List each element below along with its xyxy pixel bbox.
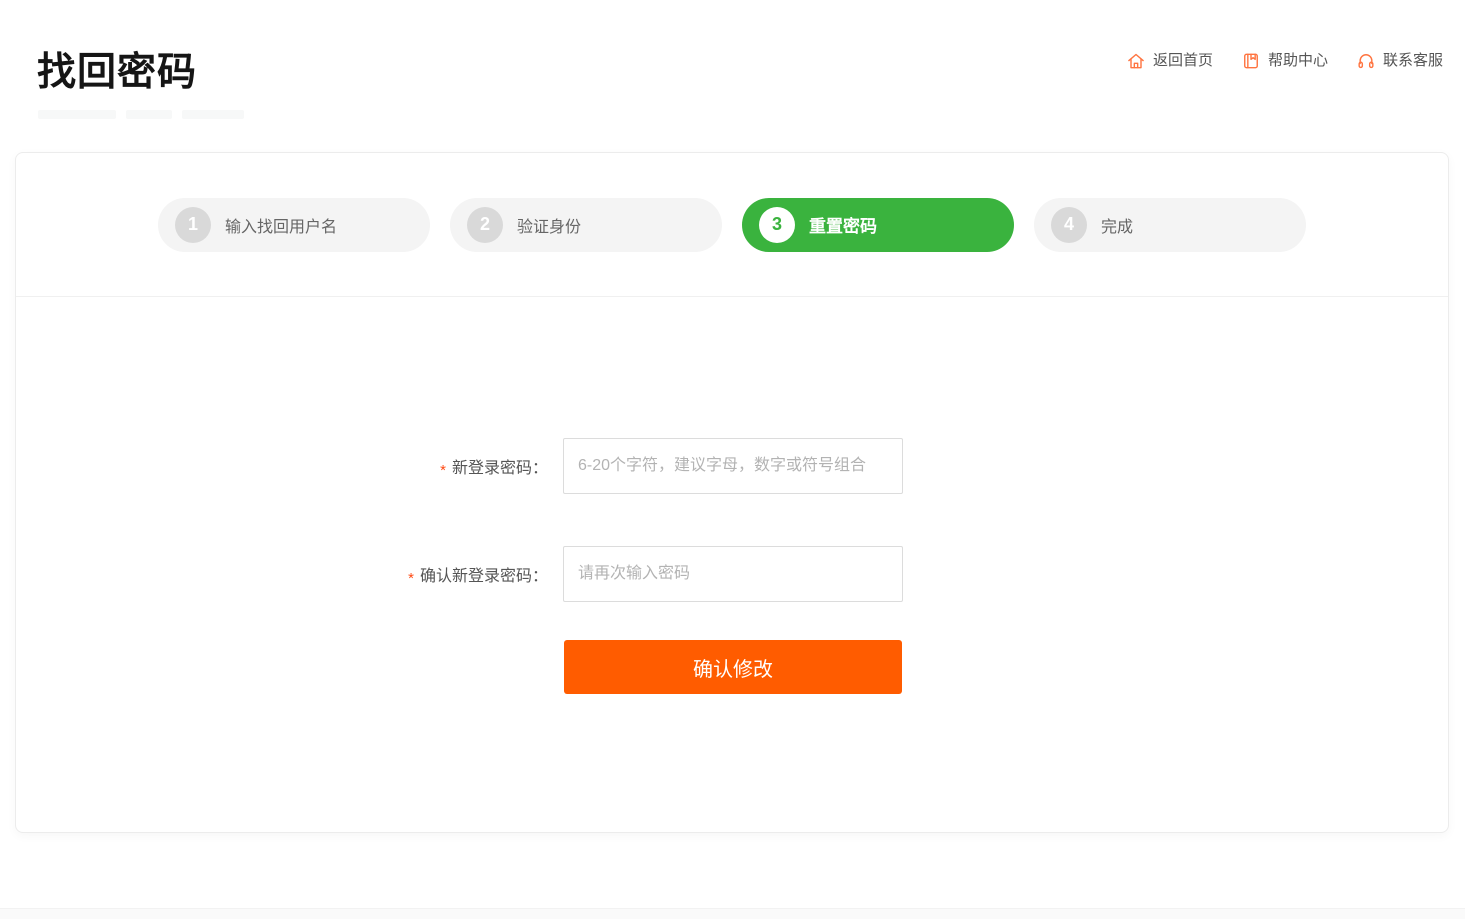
new-password-input[interactable] (563, 438, 903, 494)
confirm-password-label-cell: * 确认新登录密码： (16, 562, 563, 586)
footer-strip (0, 908, 1465, 919)
step-3-number-badge: 3 (759, 207, 795, 243)
confirm-password-label: 确认新登录密码： (420, 568, 548, 585)
required-asterisk: * (408, 570, 414, 587)
step-1-number-badge: 1 (175, 207, 211, 243)
new-password-row: * 新登录密码： (16, 438, 1448, 494)
header-links: 返回首页 帮助中心 联系客服 (1126, 50, 1443, 72)
step-3-label: 重置密码 (809, 212, 877, 237)
step-4-label: 完成 (1101, 213, 1133, 237)
step-2-label: 验证身份 (517, 213, 581, 237)
reset-password-form: * 新登录密码： * 确认新登录密码： 确认修改 (16, 297, 1448, 694)
help-center-link[interactable]: 帮助中心 (1241, 50, 1328, 72)
required-asterisk: * (440, 462, 446, 479)
step-2-verify-identity: 2 验证身份 (450, 198, 722, 252)
headset-icon (1356, 51, 1376, 71)
home-icon (1126, 51, 1146, 71)
contact-support-link[interactable]: 联系客服 (1356, 50, 1443, 72)
submit-row: 确认修改 (564, 640, 1448, 694)
step-1-label: 输入找回用户名 (225, 213, 337, 237)
help-center-label: 帮助中心 (1268, 50, 1328, 72)
confirm-password-row: * 确认新登录密码： (16, 546, 1448, 602)
faint-watermark-text (38, 110, 244, 119)
recovery-card: 1 输入找回用户名 2 验证身份 3 重置密码 4 完成 * 新登录密码： (15, 152, 1449, 833)
page-title: 找回密码 (37, 48, 197, 99)
step-indicator: 1 输入找回用户名 2 验证身份 3 重置密码 4 完成 (16, 153, 1448, 297)
confirm-change-button[interactable]: 确认修改 (564, 640, 902, 694)
new-password-label-cell: * 新登录密码： (16, 454, 563, 478)
step-3-reset-password-active: 3 重置密码 (742, 198, 1014, 252)
help-center-icon (1241, 51, 1261, 71)
step-1-enter-username: 1 输入找回用户名 (158, 198, 430, 252)
new-password-label: 新登录密码： (452, 460, 548, 477)
step-4-number-badge: 4 (1051, 207, 1087, 243)
step-4-complete: 4 完成 (1034, 198, 1306, 252)
step-2-number-badge: 2 (467, 207, 503, 243)
password-recovery-page: 找回密码 返回首页 帮助中心 (0, 0, 1465, 919)
confirm-password-input[interactable] (563, 546, 903, 602)
contact-support-label: 联系客服 (1383, 50, 1443, 72)
back-to-home-link[interactable]: 返回首页 (1126, 50, 1213, 72)
back-to-home-label: 返回首页 (1153, 50, 1213, 72)
